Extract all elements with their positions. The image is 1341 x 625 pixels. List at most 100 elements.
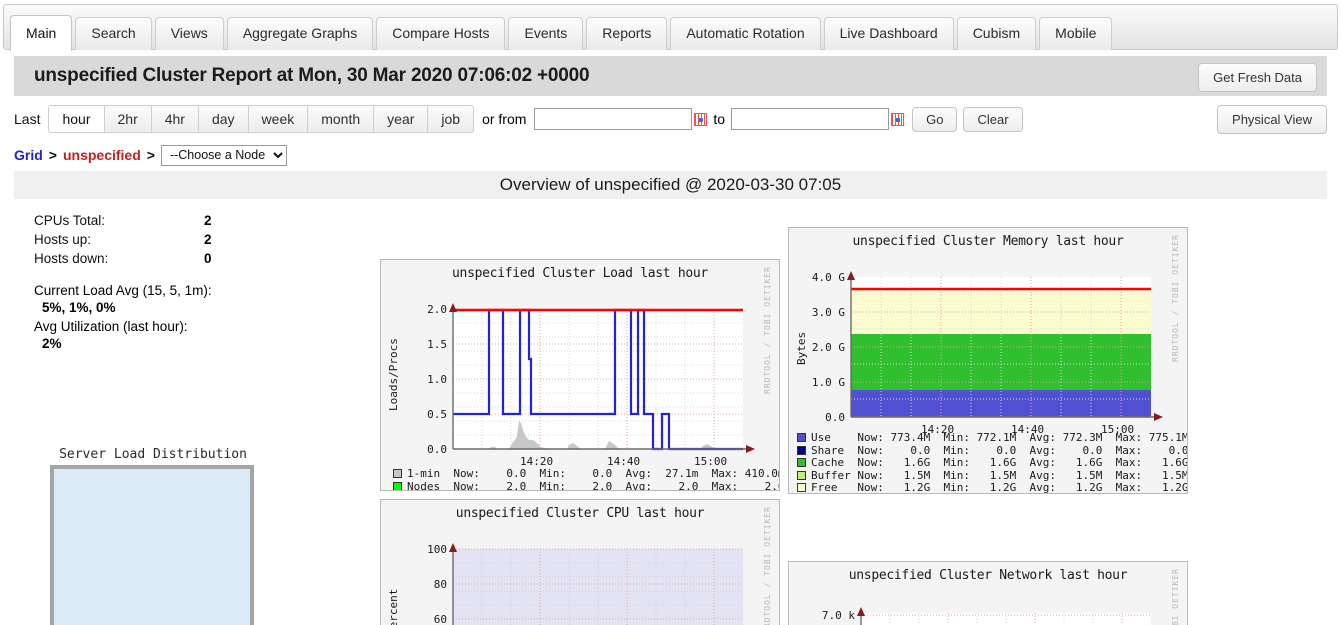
legend-color-swatch — [393, 469, 402, 478]
cluster-memory-ytick-1: 3.0 G — [811, 306, 845, 319]
or-from-label: or from — [482, 111, 527, 127]
stat-value: 0 — [204, 251, 212, 266]
legend-text: Nodes Now: 2.0 Min: 2.0 Avg: 2.0 Max: 2.… — [407, 480, 780, 491]
tab-search[interactable]: Search — [75, 17, 152, 50]
time-range-buttons: hour 2hr 4hr day week month year job — [48, 105, 475, 133]
range-button-job[interactable]: job — [428, 105, 475, 133]
cluster-memory-graph[interactable]: unspecified Cluster Memory last hour RRD… — [788, 227, 1188, 494]
cluster-load-ytick-4: 0.0 — [427, 443, 447, 456]
stat-value: 2 — [204, 213, 212, 228]
cluster-load-xtick-2: 15:00 — [694, 455, 728, 468]
legend-row: Buffer Now: 1.5M Min: 1.5M Avg: 1.5M Max… — [797, 469, 1188, 483]
range-button-year[interactable]: year — [374, 105, 429, 133]
breadcrumb: Grid > unspecified > --Choose a Node — [14, 142, 1327, 168]
cluster-load-ytick-2: 1.0 — [427, 373, 447, 386]
legend-text: Free Now: 1.2G Min: 1.2G Avg: 1.2G Max: … — [811, 482, 1188, 494]
legend-text: Share Now: 0.0 Min: 0.0 Avg: 0.0 Max: 0.… — [811, 444, 1188, 457]
legend-text: Buffer Now: 1.5M Min: 1.5M Avg: 1.5M Max… — [811, 469, 1188, 482]
legend-row: Use Now: 773.4M Min: 772.1M Avg: 772.3M … — [797, 432, 1188, 445]
to-label: to — [713, 111, 726, 127]
breadcrumb-separator-1: > — [48, 147, 57, 163]
stat-key: CPUs Total: — [34, 213, 106, 228]
legend-text: 1-min Now: 0.0 Min: 0.0 Avg: 27.1m Max: … — [407, 468, 780, 480]
stat-row: Hosts up: 2 — [34, 230, 212, 249]
stat-value: 2 — [204, 232, 212, 247]
cluster-load-ytick-3: 0.5 — [427, 408, 447, 421]
cluster-load-legend: 1-min Now: 0.0 Min: 0.0 Avg: 27.1m Max: … — [393, 468, 780, 491]
legend-color-swatch — [797, 445, 806, 455]
legend-color-swatch — [797, 470, 806, 480]
cluster-network-graph[interactable]: unspecified Cluster Network last hour RR… — [788, 561, 1188, 625]
cluster-load-graph-title: unspecified Cluster Load last hour — [452, 266, 708, 281]
cluster-network-graph-title: unspecified Cluster Network last hour — [848, 568, 1128, 583]
range-button-month[interactable]: month — [308, 105, 375, 133]
page-title: unspecified Cluster Report at Mon, 30 Ma… — [34, 65, 590, 86]
calendar-icon-to[interactable] — [891, 112, 905, 126]
legend-row: Share Now: 0.0 Min: 0.0 Avg: 0.0 Max: 0.… — [797, 444, 1188, 458]
server-load-distribution-title: Server Load Distribution — [59, 447, 247, 462]
go-button[interactable]: Go — [912, 106, 958, 132]
cluster-stats: CPUs Total: 2 Hosts up: 2 Hosts down: 0 Curre… — [34, 211, 374, 352]
choose-node-select[interactable]: --Choose a Node — [160, 144, 287, 166]
cluster-stats-table: CPUs Total: 2 Hosts up: 2 Hosts down: 0 — [34, 211, 212, 268]
tab-main[interactable]: Main — [10, 15, 73, 51]
cluster-cpu-graph-title: unspecified Cluster CPU last hour — [455, 506, 705, 521]
range-button-4hr[interactable]: 4hr — [151, 105, 199, 133]
cluster-memory-graph-title: unspecified Cluster Memory last hour — [852, 234, 1124, 249]
utilization-label: Avg Utilization (last hour): — [34, 319, 188, 334]
tab-live-dashboard[interactable]: Live Dashboard — [823, 17, 954, 50]
utilization-block: Avg Utilization (last hour): 2% — [34, 318, 374, 352]
legend-color-swatch — [797, 433, 806, 442]
stat-key: Hosts down: — [34, 251, 109, 266]
get-fresh-data-button[interactable]: Get Fresh Data — [1198, 63, 1317, 92]
utilization-value: 2% — [42, 336, 62, 351]
overview-heading-bar: Overview of unspecified @ 2020-03-30 07:… — [14, 171, 1327, 199]
cluster-load-ytick-1: 1.5 — [427, 338, 447, 351]
legend-text: Cache Now: 1.6G Min: 1.6G Avg: 1.6G Max:… — [811, 457, 1188, 470]
tab-compare-hosts[interactable]: Compare Hosts — [376, 17, 506, 50]
range-button-hour[interactable]: hour — [48, 105, 105, 133]
tab-bar: Main Search Views Aggregate Graphs Compare H… — [3, 4, 1338, 51]
overview-heading: Overview of unspecified @ 2020-03-30 07:… — [499, 175, 842, 194]
calendar-icon-from[interactable] — [694, 112, 708, 126]
cluster-memory-svg — [847, 271, 1163, 421]
legend-color-swatch — [393, 481, 402, 490]
tab-views[interactable]: Views — [154, 17, 224, 50]
range-button-week[interactable]: week — [248, 105, 309, 133]
cluster-cpu-ytick-1: 80 — [433, 578, 447, 591]
tab-cubism[interactable]: Cubism — [956, 17, 1037, 50]
stat-row: CPUs Total: 2 — [34, 211, 212, 230]
cluster-memory-legend: Use Now: 773.4M Min: 772.1M Avg: 772.3M … — [797, 432, 1188, 494]
cluster-memory-ytick-3: 1.0 G — [811, 376, 845, 389]
tab-mobile[interactable]: Mobile — [1039, 17, 1113, 50]
page-root: Main Search Views Aggregate Graphs Compare H… — [0, 4, 1341, 625]
load-average-value: 5%, 1%, 0% — [42, 300, 116, 315]
cluster-load-ytick-0: 2.0 — [427, 303, 447, 316]
cluster-cpu-ytick-2: 60 — [433, 613, 447, 625]
breadcrumb-cluster-link[interactable]: unspecified — [63, 147, 141, 163]
breadcrumb-grid-link[interactable]: Grid — [14, 147, 43, 163]
from-date-input[interactable] — [534, 108, 693, 130]
load-average-label: Current Load Avg (15, 5, 1m): — [34, 283, 212, 298]
cluster-memory-ytick-2: 2.0 G — [811, 341, 845, 354]
cluster-memory-ytick-4: 0.0 — [825, 411, 845, 424]
clear-button[interactable]: Clear — [963, 106, 1023, 132]
physical-view-button[interactable]: Physical View — [1217, 105, 1327, 134]
legend-color-swatch — [797, 483, 806, 493]
cluster-memory-ytick-0: 4.0 G — [811, 271, 845, 284]
to-date-wrap — [731, 108, 905, 130]
tab-events[interactable]: Events — [508, 17, 584, 50]
tab-reports[interactable]: Reports — [586, 17, 668, 50]
to-date-input[interactable] — [731, 108, 890, 130]
time-range-bar: Last hour 2hr 4hr day week month year job or fr… — [14, 102, 1327, 136]
range-button-2hr[interactable]: 2hr — [104, 105, 152, 133]
tab-aggregate-graphs[interactable]: Aggregate Graphs — [226, 17, 374, 50]
legend-text: Use Now: 773.4M Min: 772.1M Avg: 772.3M … — [811, 432, 1188, 444]
range-button-day[interactable]: day — [198, 105, 249, 133]
tab-automatic-rotation[interactable]: Automatic Rotation — [670, 17, 821, 50]
cluster-cpu-ytick-0: 100 — [427, 543, 447, 556]
cluster-load-graph[interactable]: unspecified Cluster Load last hour RRDTO… — [380, 259, 780, 491]
cluster-load-xtick-1: 14:40 — [607, 455, 641, 468]
cluster-cpu-graph[interactable]: unspecified Cluster CPU last hour RRDTOO… — [380, 499, 780, 625]
legend-row: Free Now: 1.2G Min: 1.2G Avg: 1.2G Max: … — [797, 482, 1188, 494]
